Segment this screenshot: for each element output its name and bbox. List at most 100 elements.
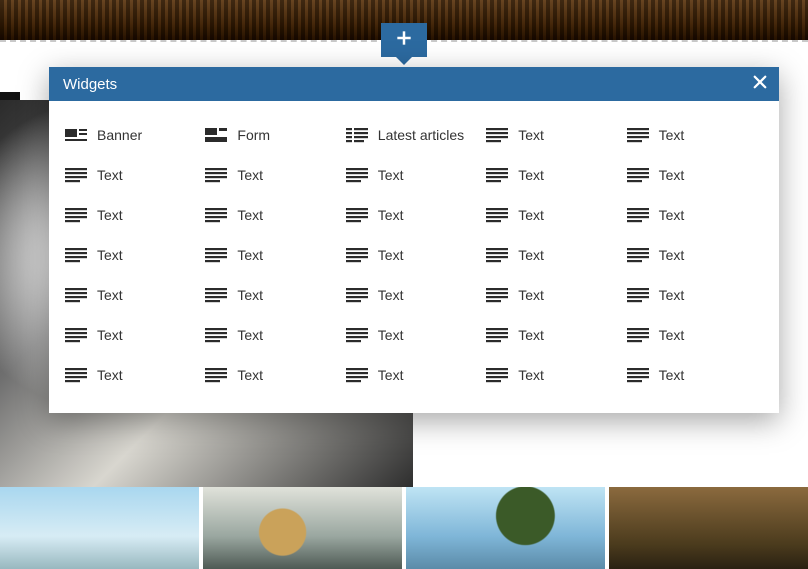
widget-option-label: Text [237,247,263,263]
background-thumbnail-strip [0,487,808,569]
widget-option-label: Text [378,367,404,383]
text-icon [486,207,508,223]
widget-option-label: Text [378,287,404,303]
widget-option-label: Text [97,247,123,263]
widget-option-label: Text [378,327,404,343]
widget-option-text[interactable]: Text [484,315,624,355]
text-icon [65,327,87,343]
widget-option-label: Text [659,167,685,183]
widgets-grid: BannerFormLatest articlesTextTextTextTex… [49,101,779,413]
widget-option-text[interactable]: Text [484,155,624,195]
text-icon [65,167,87,183]
widget-option-label: Text [518,367,544,383]
widget-option-label: Text [659,287,685,303]
widget-option-text[interactable]: Text [625,235,765,275]
text-icon [205,367,227,383]
widget-option-articles[interactable]: Latest articles [344,115,484,155]
text-icon [346,247,368,263]
widget-option-text[interactable]: Text [484,195,624,235]
widget-option-text[interactable]: Text [203,155,343,195]
widget-option-text[interactable]: Text [63,195,203,235]
widget-option-label: Text [237,327,263,343]
text-icon [486,127,508,143]
widget-option-text[interactable]: Text [63,235,203,275]
widget-option-text[interactable]: Text [484,115,624,155]
text-icon [627,327,649,343]
form-icon [205,127,227,143]
widget-option-text[interactable]: Text [484,355,624,395]
widget-option-text[interactable]: Text [203,275,343,315]
thumbnail [609,487,808,569]
widget-option-text[interactable]: Text [344,355,484,395]
text-icon [486,247,508,263]
text-icon [627,367,649,383]
widget-option-text[interactable]: Text [625,115,765,155]
widget-option-text[interactable]: Text [625,355,765,395]
widget-option-label: Latest articles [378,127,464,143]
widgets-panel-header: Widgets [49,67,779,101]
text-icon [627,167,649,183]
widgets-panel-title: Widgets [63,76,117,93]
text-icon [346,167,368,183]
widget-option-label: Banner [97,127,142,143]
widget-option-label: Text [378,247,404,263]
widget-option-text[interactable]: Text [344,235,484,275]
text-icon [346,327,368,343]
widget-option-text[interactable]: Text [344,195,484,235]
widget-option-text[interactable]: Text [344,315,484,355]
widget-option-label: Text [518,127,544,143]
widget-option-label: Text [518,327,544,343]
widget-option-text[interactable]: Text [625,195,765,235]
widget-option-text[interactable]: Text [484,235,624,275]
thumbnail [203,487,402,569]
widget-option-text[interactable]: Text [344,155,484,195]
text-icon [486,167,508,183]
widget-option-text[interactable]: Text [63,155,203,195]
widget-option-label: Text [97,367,123,383]
widget-option-label: Text [518,247,544,263]
text-icon [627,207,649,223]
widget-option-text[interactable]: Text [203,355,343,395]
widget-option-label: Text [518,287,544,303]
widget-option-label: Text [97,287,123,303]
widget-option-label: Text [518,167,544,183]
thumbnail [406,487,605,569]
text-icon [205,327,227,343]
widget-option-text[interactable]: Text [63,275,203,315]
text-icon [346,287,368,303]
widget-option-label: Text [237,167,263,183]
widget-option-label: Text [237,287,263,303]
text-icon [205,247,227,263]
text-icon [627,127,649,143]
text-icon [65,287,87,303]
widget-option-text[interactable]: Text [203,195,343,235]
text-icon [346,207,368,223]
widget-option-label: Text [378,207,404,223]
text-icon [205,207,227,223]
articles-icon [346,127,368,143]
widget-option-label: Text [659,127,685,143]
widget-option-label: Text [518,207,544,223]
widget-option-form[interactable]: Form [203,115,343,155]
widget-option-text[interactable]: Text [625,155,765,195]
widget-option-text[interactable]: Text [344,275,484,315]
widget-option-label: Text [97,207,123,223]
text-icon [205,167,227,183]
widget-option-text[interactable]: Text [625,315,765,355]
text-icon [65,367,87,383]
widget-option-text[interactable]: Text [203,315,343,355]
widget-option-text[interactable]: Text [625,275,765,315]
close-button[interactable] [751,73,769,95]
widget-option-banner[interactable]: Banner [63,115,203,155]
widget-option-text[interactable]: Text [203,235,343,275]
banner-icon [65,127,87,143]
text-icon [346,367,368,383]
widget-option-text[interactable]: Text [484,275,624,315]
close-icon [751,73,769,95]
widget-option-label: Text [97,327,123,343]
widget-option-label: Form [237,127,270,143]
widget-option-text[interactable]: Text [63,355,203,395]
widget-option-text[interactable]: Text [63,315,203,355]
add-widget-button[interactable] [381,23,427,57]
widget-option-label: Text [659,367,685,383]
